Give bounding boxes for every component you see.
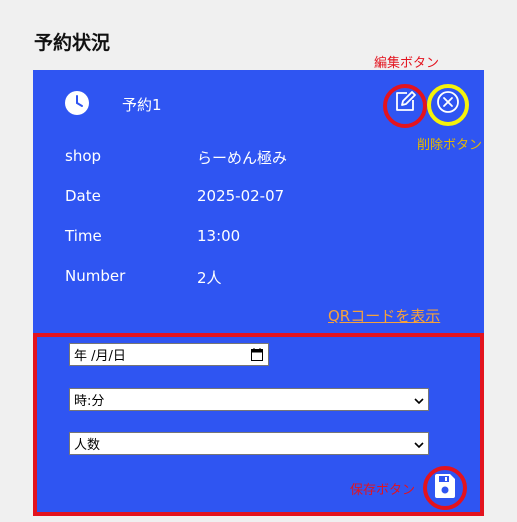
date-input-placeholder: 年 /月/日	[74, 349, 126, 364]
edit-button-annotation: 編集ボタン	[374, 56, 440, 71]
time-value: 13:00	[197, 227, 241, 245]
edit-icon	[393, 90, 417, 118]
number-value: 2人	[197, 269, 222, 287]
people-select-value: 人数	[74, 438, 101, 453]
page-title: 予約状況	[34, 32, 111, 54]
shop-value: らーめん極み	[197, 149, 288, 167]
people-select[interactable]: 人数	[69, 432, 429, 455]
save-button-annotation: 保存ボタン	[350, 483, 416, 498]
date-label: Date	[65, 187, 101, 205]
time-select-value: 時:分	[74, 394, 105, 409]
save-icon	[433, 473, 457, 503]
date-input[interactable]: 年 /月/日	[69, 343, 269, 366]
date-value: 2025-02-07	[197, 187, 285, 205]
delete-button[interactable]	[433, 89, 463, 119]
delete-button-annotation: 削除ボタン	[417, 138, 483, 153]
number-label: Number	[65, 267, 126, 285]
time-select[interactable]: 時:分	[69, 388, 429, 411]
chevron-down-icon	[414, 395, 424, 405]
close-circle-icon	[436, 90, 460, 118]
edit-button[interactable]	[390, 89, 420, 119]
shop-label: shop	[65, 147, 102, 165]
chevron-down-icon	[414, 439, 424, 449]
show-qr-link[interactable]: QRコードを表示	[328, 305, 440, 326]
time-label: Time	[65, 227, 102, 245]
calendar-icon	[251, 348, 263, 365]
save-button[interactable]	[430, 473, 460, 503]
reservation-title: 予約1	[122, 96, 162, 114]
clock-icon	[64, 90, 90, 116]
